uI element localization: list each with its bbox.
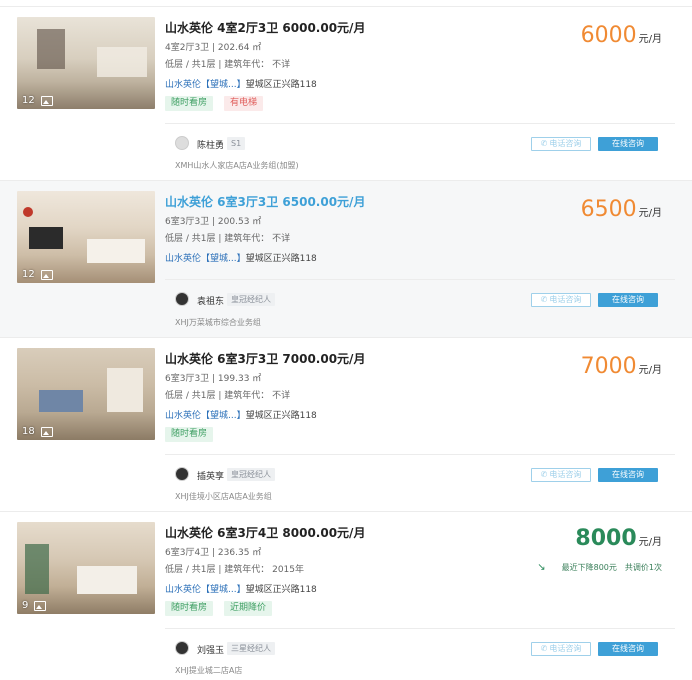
image-icon — [40, 95, 53, 106]
community-link[interactable]: 山水英伦【望城...】 — [165, 254, 246, 264]
image-icon — [40, 426, 53, 437]
avatar[interactable] — [175, 292, 189, 306]
listing-card[interactable]: 9 山水英伦 6室3厅4卫 8000.00元/月 6室3厅4卫 | 236.35… — [0, 511, 692, 680]
agent-store: XHJ万菜城市综合业务组 — [175, 318, 261, 327]
community-link[interactable]: 山水英伦【望城...】 — [165, 80, 246, 90]
listing-title[interactable]: 山水英伦 6室3厅3卫 6500.00元/月 — [165, 193, 365, 210]
price: 6000 元/月 — [580, 23, 662, 48]
trend-down-icon: ↘ — [537, 562, 546, 573]
phone-icon: ✆ — [540, 470, 548, 479]
listing-layout: 6室3厅4卫 | 236.35 ㎡ — [165, 548, 262, 558]
community-link[interactable]: 山水英伦【望城...】 — [165, 411, 246, 421]
listing-card[interactable]: 18 山水英伦 6室3厅3卫 7000.00元/月 6室3厅3卫 | 199.3… — [0, 337, 692, 511]
agent-level-badge: 三星经纪人 — [227, 642, 275, 655]
avatar[interactable] — [175, 136, 189, 150]
photo-count: 12 — [22, 95, 53, 106]
phone-icon: ✆ — [540, 139, 548, 148]
online-consult-button[interactable]: 在线咨询 — [598, 468, 658, 482]
listing-floor: 低层 / 共1层 | 建筑年代： 不详 — [165, 391, 291, 401]
agent-level-badge: 皇冠经纪人 — [227, 468, 275, 481]
tag-elevator: 有电梯 — [224, 96, 264, 111]
listing-address: 山水英伦【望城...】望城区正兴路118 — [165, 80, 317, 90]
listing-photo[interactable]: 18 — [17, 348, 155, 440]
online-consult-button[interactable]: 在线咨询 — [598, 293, 658, 307]
listing-layout: 6室3厅3卫 | 200.53 ㎡ — [165, 217, 262, 227]
listing-card[interactable]: 12 山水英伦 4室2厅3卫 6000.00元/月 4室2厅3卫 | 202.6… — [0, 6, 692, 180]
tag-anytime-viewing: 随时看房 — [165, 601, 214, 616]
listing-address: 山水英伦【望城...】望城区正兴路118 — [165, 585, 317, 595]
listing-title[interactable]: 山水英伦 6室3厅3卫 7000.00元/月 — [165, 350, 365, 367]
photo-count: 9 — [22, 600, 47, 611]
price: 7000 元/月 — [580, 354, 662, 379]
agent-store: XMH山水人家店A店A业务组(加盟) — [175, 161, 299, 170]
avatar[interactable] — [175, 641, 189, 655]
online-consult-button[interactable]: 在线咨询 — [598, 642, 658, 656]
photo-count: 18 — [22, 426, 53, 437]
agent-store: XHJ提业城二店A店 — [175, 666, 243, 675]
phone-icon: ✆ — [540, 295, 548, 304]
listing-floor: 低层 / 共1层 | 建筑年代： 不详 — [165, 60, 291, 70]
listing-card[interactable]: 12 山水英伦 6室3厅3卫 6500.00元/月 6室3厅3卫 | 200.5… — [0, 180, 692, 337]
agent-level-badge: 皇冠经纪人 — [227, 293, 275, 306]
phone-consult-button[interactable]: ✆ 电话咨询 — [531, 642, 591, 656]
phone-consult-button[interactable]: ✆ 电话咨询 — [531, 293, 591, 307]
listing-floor: 低层 / 共1层 | 建筑年代： 2015年 — [165, 565, 304, 575]
tag-anytime-viewing: 随时看房 — [165, 96, 214, 111]
listing-layout: 4室2厅3卫 | 202.64 ㎡ — [165, 43, 262, 53]
online-consult-button[interactable]: 在线咨询 — [598, 137, 658, 151]
listing-layout: 6室3厅3卫 | 199.33 ㎡ — [165, 374, 262, 384]
agent-name[interactable]: 袁祖东 — [197, 294, 224, 307]
agent-name[interactable]: 陈柱勇 — [197, 138, 224, 151]
listing-address: 山水英伦【望城...】望城区正兴路118 — [165, 411, 317, 421]
tag-recent-price-drop: 近期降价 — [224, 601, 273, 616]
image-icon — [40, 269, 53, 280]
agent-row: 刘强玉 三星经纪人 XHJ提业城二店A店 ✆ 电话咨询 在线咨询 — [165, 628, 675, 680]
listing-photo[interactable]: 12 — [17, 191, 155, 283]
community-link[interactable]: 山水英伦【望城...】 — [165, 585, 246, 595]
tag-anytime-viewing: 随时看房 — [165, 427, 214, 442]
phone-icon: ✆ — [540, 644, 548, 653]
agent-store: XHJ佳境小区店A店A业务组 — [175, 492, 272, 501]
avatar[interactable] — [175, 467, 189, 481]
listing-title[interactable]: 山水英伦 6室3厅4卫 8000.00元/月 — [165, 524, 365, 541]
price: 8000 元/月 — [575, 526, 662, 551]
agent-row: 袁祖东 皇冠经纪人 XHJ万菜城市综合业务组 ✆ 电话咨询 在线咨询 — [165, 279, 675, 331]
image-icon — [34, 600, 47, 611]
listing-address: 山水英伦【望城...】望城区正兴路118 — [165, 254, 317, 264]
listing-photo[interactable]: 12 — [17, 17, 155, 109]
price-drop-info: ↘ 最近下降800元 共调价1次 — [537, 562, 662, 573]
agent-row: 插英享 皇冠经纪人 XHJ佳境小区店A店A业务组 ✆ 电话咨询 在线咨询 — [165, 454, 675, 504]
listing-photo[interactable]: 9 — [17, 522, 155, 614]
listing-floor: 低层 / 共1层 | 建筑年代： 不详 — [165, 234, 291, 244]
price: 6500 元/月 — [580, 197, 662, 222]
photo-count: 12 — [22, 269, 53, 280]
listing-title[interactable]: 山水英伦 4室2厅3卫 6000.00元/月 — [165, 19, 365, 36]
agent-name[interactable]: 刘强玉 — [197, 643, 224, 656]
agent-level-badge: S1 — [227, 137, 246, 150]
phone-consult-button[interactable]: ✆ 电话咨询 — [531, 137, 591, 151]
agent-name[interactable]: 插英享 — [197, 469, 224, 482]
phone-consult-button[interactable]: ✆ 电话咨询 — [531, 468, 591, 482]
agent-row: 陈柱勇 S1 XMH山水人家店A店A业务组(加盟) ✆ 电话咨询 在线咨询 — [165, 123, 675, 173]
